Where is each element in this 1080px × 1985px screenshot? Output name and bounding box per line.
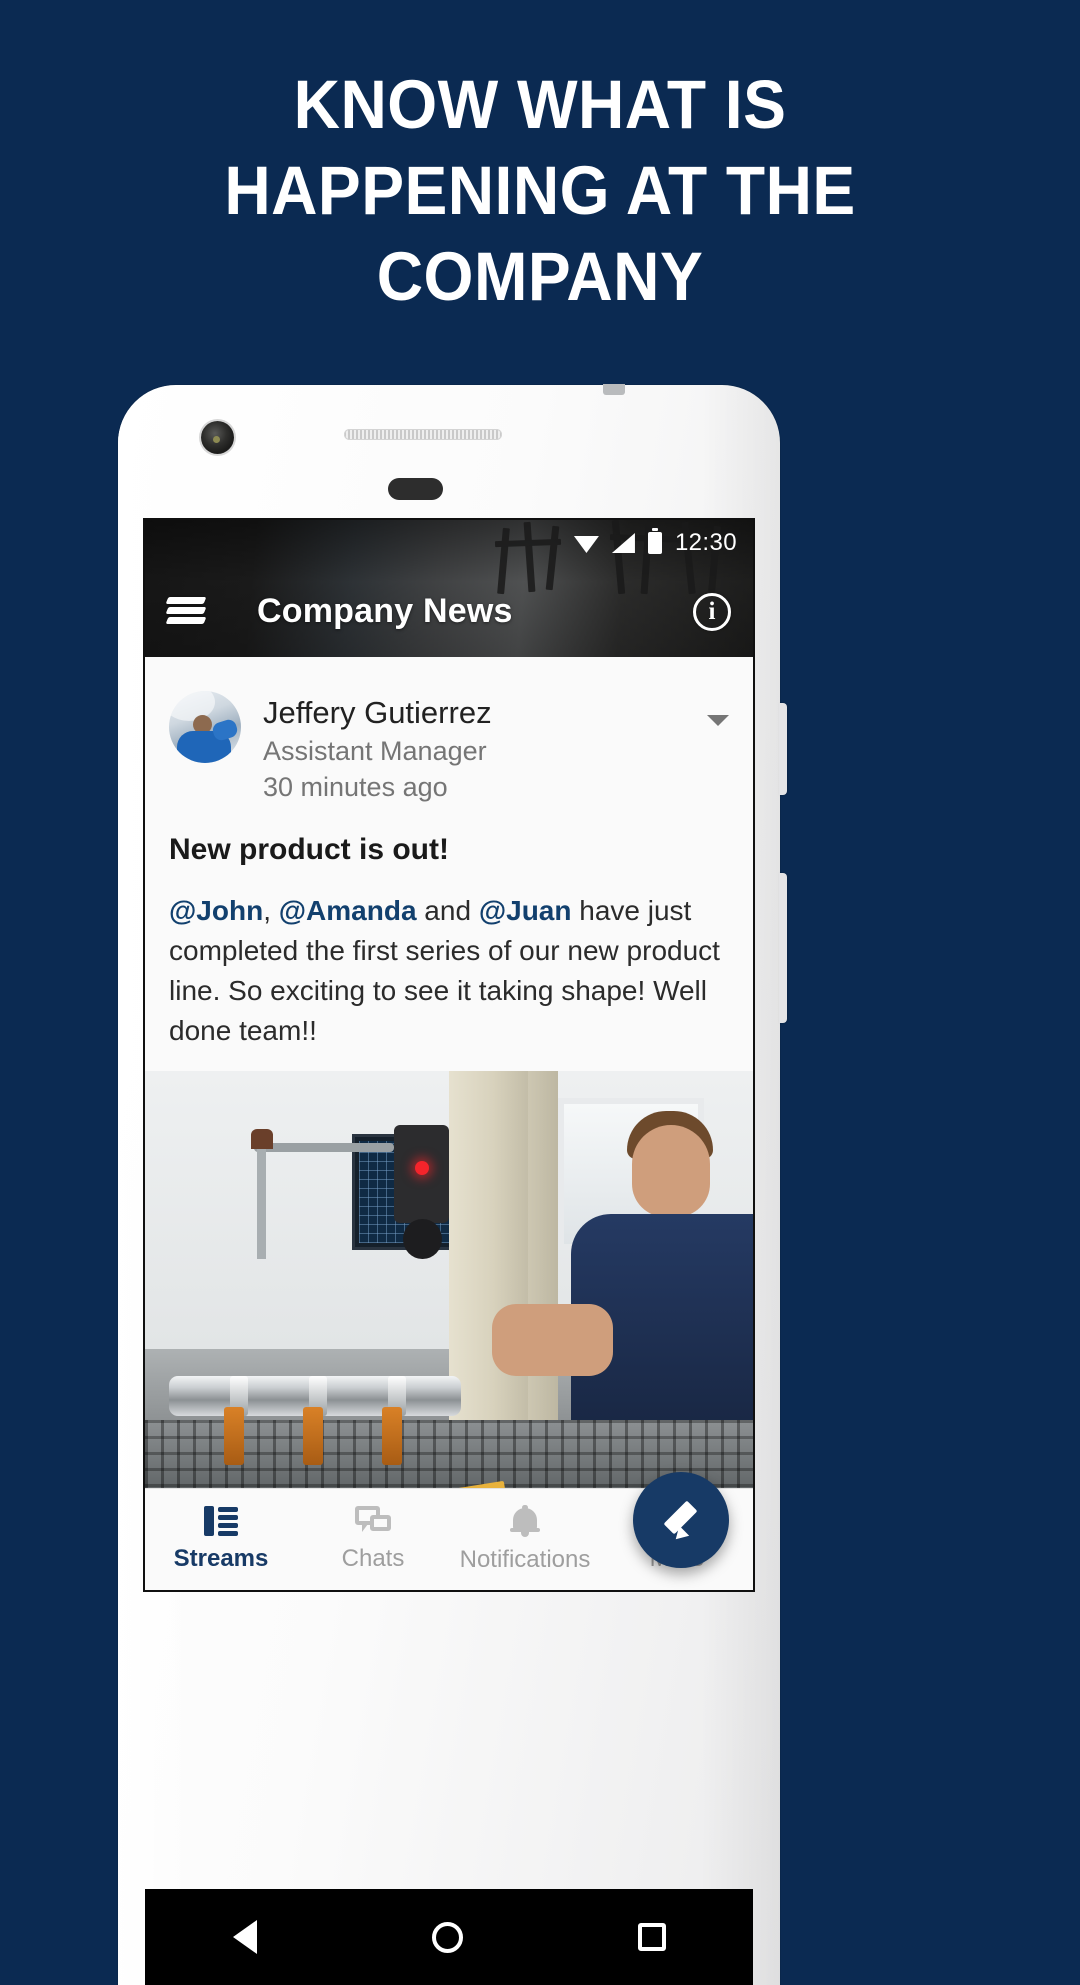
page-title: Company News xyxy=(257,592,513,630)
sensor-pill xyxy=(388,478,443,500)
phone-mockup: 12:30 Company News i Jeffery Gutierrez A… xyxy=(118,384,787,1985)
headline-line-3: COMPANY xyxy=(376,238,704,315)
promo-headline: KNOW WHAT IS HAPPENING AT THE COMPANY xyxy=(38,62,1042,320)
body-text-1: , xyxy=(263,895,279,926)
streams-list-icon xyxy=(204,1506,238,1536)
mention-john[interactable]: @John xyxy=(169,895,263,926)
nav-item-streams[interactable]: Streams xyxy=(145,1489,297,1590)
android-navigation-bar xyxy=(145,1889,753,1985)
post-header: Jeffery Gutierrez Assistant Manager 30 m… xyxy=(169,691,729,805)
earpiece-speaker xyxy=(344,429,502,440)
nav-label-notifications: Notifications xyxy=(459,1546,591,1573)
nav-item-notifications[interactable]: Notifications xyxy=(449,1489,601,1590)
app-header-photo: 12:30 Company News i xyxy=(145,520,753,657)
phone-volume-button[interactable] xyxy=(779,873,787,1023)
wifi-icon xyxy=(573,536,599,553)
bell-icon xyxy=(510,1505,540,1537)
battery-icon xyxy=(647,528,662,554)
post-body: @John, @Amanda and @Juan have just compl… xyxy=(169,891,729,1071)
home-circle-icon[interactable] xyxy=(431,1921,463,1953)
author-role: Assistant Manager xyxy=(263,736,487,766)
layers-stack-icon[interactable] xyxy=(165,595,207,629)
post-image[interactable] xyxy=(145,1071,753,1519)
phone-power-button[interactable] xyxy=(779,703,787,795)
avatar[interactable] xyxy=(169,691,241,763)
status-bar-time: 12:30 xyxy=(674,529,737,556)
pencil-icon xyxy=(659,1498,703,1545)
post-timestamp: 30 minutes ago xyxy=(263,772,448,802)
chat-bubbles-icon xyxy=(355,1506,391,1536)
body-text-2: and xyxy=(416,895,479,926)
app-toolbar: Company News i xyxy=(145,566,753,657)
mention-juan[interactable]: @Juan xyxy=(479,895,572,926)
signal-icon xyxy=(611,533,635,553)
news-feed[interactable]: Jeffery Gutierrez Assistant Manager 30 m… xyxy=(145,665,753,1590)
back-triangle-icon[interactable] xyxy=(232,1920,257,1954)
phone-screen: 12:30 Company News i Jeffery Gutierrez A… xyxy=(145,520,753,1590)
post-title: New product is out! xyxy=(169,833,449,866)
nav-label-streams: Streams xyxy=(173,1545,269,1572)
info-icon[interactable]: i xyxy=(693,592,731,631)
mention-amanda[interactable]: @Amanda xyxy=(279,895,417,926)
nav-item-chats[interactable]: Chats xyxy=(297,1489,449,1590)
chevron-down-icon[interactable] xyxy=(707,715,729,726)
recents-square-icon[interactable] xyxy=(637,1923,666,1951)
phone-antenna-accent xyxy=(603,384,625,395)
front-camera-icon xyxy=(201,421,234,454)
headline-line-2: HAPPENING AT THE xyxy=(224,152,856,229)
post-author-meta: Jeffery Gutierrez Assistant Manager 30 m… xyxy=(263,691,707,805)
author-name: Jeffery Gutierrez xyxy=(263,695,492,730)
compose-fab-button[interactable] xyxy=(633,1472,729,1568)
post-card: Jeffery Gutierrez Assistant Manager 30 m… xyxy=(145,665,753,1071)
headline-line-1: KNOW WHAT IS xyxy=(293,66,787,143)
status-bar: 12:30 xyxy=(145,520,753,566)
nav-label-chats: Chats xyxy=(341,1545,405,1572)
